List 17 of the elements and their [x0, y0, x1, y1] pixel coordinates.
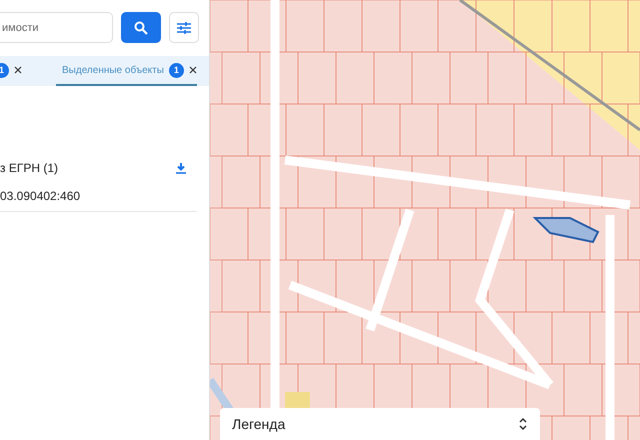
- map-drawing[interactable]: [210, 0, 640, 440]
- count-badge: 1: [168, 62, 184, 78]
- search-field[interactable]: имости: [0, 12, 113, 43]
- tab-label: Выделенные объекты: [62, 64, 164, 76]
- close-icon[interactable]: [188, 66, 197, 74]
- close-icon[interactable]: [14, 66, 22, 74]
- download-icon[interactable]: [175, 162, 187, 174]
- tab[interactable]: Выделенные объекты 1: [56, 56, 197, 86]
- legend-title: Легенда: [232, 416, 286, 432]
- legend-bar[interactable]: Легенда: [220, 408, 540, 440]
- search-icon: [134, 20, 148, 34]
- filter-button[interactable]: [169, 12, 199, 43]
- search-button[interactable]: [121, 12, 161, 43]
- sliders-icon: [177, 22, 191, 34]
- result-group-title: з ЕГРН (1): [0, 161, 58, 175]
- cadastral-number[interactable]: 03.090402:460: [0, 175, 197, 212]
- updown-chevron-icon: [518, 417, 528, 431]
